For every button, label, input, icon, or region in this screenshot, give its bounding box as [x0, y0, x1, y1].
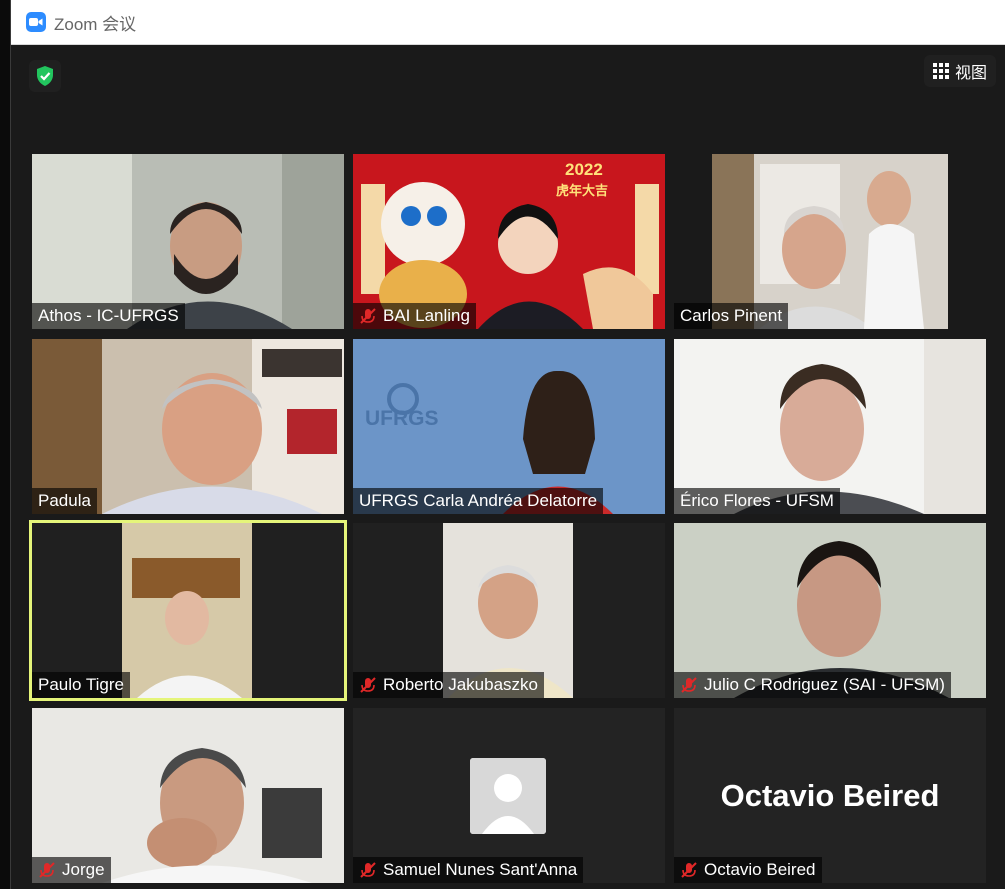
- participant-name-label: Samuel Nunes Sant'Anna: [353, 857, 584, 883]
- muted-mic-icon: [681, 862, 697, 878]
- muted-mic-icon: [360, 308, 376, 324]
- view-button[interactable]: 视图: [924, 55, 996, 87]
- title-bar: Zoom 会议: [11, 0, 1005, 45]
- window-title: Zoom 会议: [54, 14, 137, 34]
- video-tile-carlos-pinent[interactable]: Carlos Pinent: [674, 154, 986, 329]
- participant-name-label: Paulo Tigre: [32, 672, 130, 698]
- muted-mic-icon: [39, 862, 55, 878]
- participant-name-label: Érico Flores - UFSM: [674, 488, 840, 514]
- participant-name-label: Carlos Pinent: [674, 303, 789, 329]
- muted-mic-icon: [360, 862, 376, 878]
- video-tile-julio-rodriguez[interactable]: Julio C Rodriguez (SAI - UFSM): [674, 523, 986, 698]
- video-tile-carla-delatorre[interactable]: UFRGS UFRGS Carla Andréa Delatorre: [353, 339, 665, 514]
- video-tile-samuel-santanna[interactable]: Samuel Nunes Sant'Anna: [353, 708, 665, 883]
- video-tile-paulo-tigre[interactable]: Paulo Tigre: [29, 520, 347, 701]
- muted-mic-icon: [681, 677, 697, 693]
- video-tile-bai-lanling[interactable]: 2022 虎年大吉 BAI Lanling: [353, 154, 665, 329]
- video-tile-jorge[interactable]: Jorge: [32, 708, 344, 883]
- video-tile-erico-flores[interactable]: Érico Flores - UFSM: [674, 339, 986, 514]
- participant-name-label: Padula: [32, 488, 97, 514]
- video-tile-roberto-jakubaszko[interactable]: Roberto Jakubaszko: [353, 523, 665, 698]
- encryption-shield-icon[interactable]: [29, 60, 61, 92]
- new-year-year: 2022: [565, 160, 603, 179]
- zoom-window: Zoom 会议 视图 Athos - IC-UFRGS 2022 虎年大吉 BA…: [10, 0, 1005, 889]
- video-tile-athos[interactable]: Athos - IC-UFRGS: [32, 154, 344, 329]
- video-tile-padula[interactable]: Padula: [32, 339, 344, 514]
- muted-mic-icon: [360, 677, 376, 693]
- ufrgs-logo-text: UFRGS: [365, 407, 439, 430]
- participant-name-label: Jorge: [32, 857, 111, 883]
- participant-name-label: UFRGS Carla Andréa Delatorre: [353, 488, 604, 514]
- participant-name-label: Roberto Jakubaszko: [353, 672, 544, 698]
- grid-view-icon: [932, 63, 949, 79]
- avatar: [470, 758, 546, 834]
- zoom-app-icon: [26, 12, 46, 32]
- participant-name-label: Octavio Beired: [674, 857, 822, 883]
- view-label: 视图: [954, 65, 987, 82]
- video-off-display-name: Octavio Beired: [720, 778, 940, 813]
- participant-name-label: Julio C Rodriguez (SAI - UFSM): [674, 672, 951, 698]
- video-tile-octavio-beired[interactable]: Octavio Beired Octavio Beired: [674, 708, 986, 883]
- participant-name-label: Athos - IC-UFRGS: [32, 303, 185, 329]
- new-year-greeting: 虎年大吉: [556, 183, 609, 198]
- participant-name-label: BAI Lanling: [353, 303, 476, 329]
